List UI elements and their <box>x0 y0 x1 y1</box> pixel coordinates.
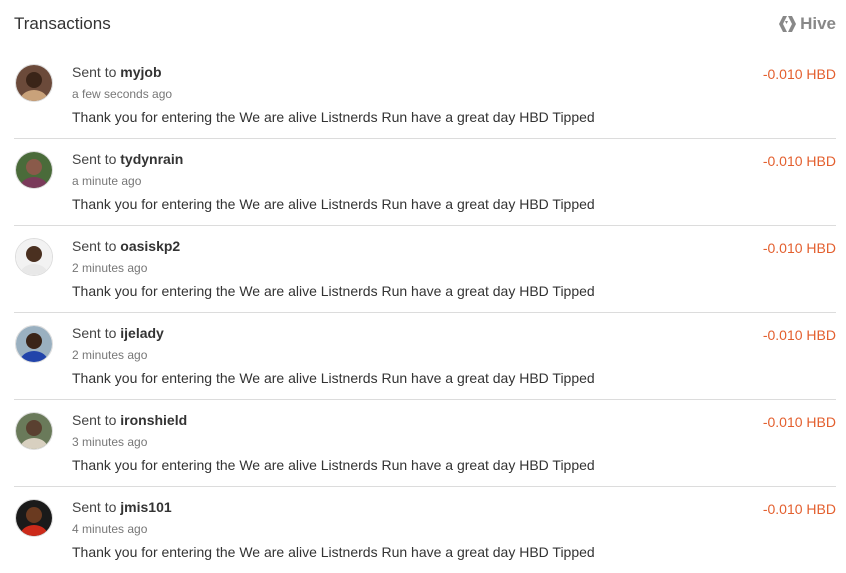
memo-text: Thank you for entering the We are alive … <box>72 370 595 386</box>
timestamp: a few seconds ago <box>72 87 173 101</box>
memo-text: Thank you for entering the We are alive … <box>72 544 595 560</box>
timestamp: 4 minutes ago <box>72 522 148 536</box>
transaction-row: Sent to ijelady 2 minutes ago Thank you … <box>14 313 836 400</box>
user-avatar[interactable] <box>15 151 53 189</box>
sent-to-label: Sent to <box>72 325 121 341</box>
recipient-line: Sent to tydynrain <box>72 151 183 167</box>
recipient-username[interactable]: myjob <box>120 64 161 80</box>
amount: -0.010 HBD <box>762 501 836 517</box>
recipient-username[interactable]: jmis101 <box>120 499 171 515</box>
sent-to-label: Sent to <box>72 64 121 80</box>
timestamp: 3 minutes ago <box>72 435 148 449</box>
recipient-line: Sent to ironshield <box>72 412 187 428</box>
hive-brand[interactable]: Hive <box>778 14 836 34</box>
sent-to-label: Sent to <box>72 412 121 428</box>
recipient-username[interactable]: ijelady <box>120 325 164 341</box>
timestamp: a minute ago <box>72 174 142 188</box>
header: Transactions Hive <box>14 14 836 40</box>
transaction-row: Sent to tydynrain a minute ago Thank you… <box>14 139 836 226</box>
recipient-line: Sent to jmis101 <box>72 499 172 515</box>
memo-text: Thank you for entering the We are alive … <box>72 109 595 125</box>
transaction-row: Sent to oasiskp2 2 minutes ago Thank you… <box>14 226 836 313</box>
recipient-line: Sent to ijelady <box>72 325 164 341</box>
amount: -0.010 HBD <box>762 66 836 82</box>
timestamp: 2 minutes ago <box>72 348 148 362</box>
transaction-row: Sent to ironshield 3 minutes ago Thank y… <box>14 400 836 487</box>
transaction-row: Sent to myjob a few seconds ago Thank yo… <box>14 52 836 139</box>
hive-logo-icon <box>779 16 797 32</box>
transaction-row: Sent to jmis101 4 minutes ago Thank you … <box>14 487 836 573</box>
memo-text: Thank you for entering the We are alive … <box>72 457 595 473</box>
user-avatar[interactable] <box>15 412 53 450</box>
amount: -0.010 HBD <box>762 240 836 256</box>
memo-text: Thank you for entering the We are alive … <box>72 196 595 212</box>
amount: -0.010 HBD <box>762 153 836 169</box>
brand-label: Hive <box>800 14 836 33</box>
recipient-username[interactable]: tydynrain <box>120 151 183 167</box>
user-avatar[interactable] <box>15 238 53 276</box>
recipient-line: Sent to myjob <box>72 64 162 80</box>
user-avatar[interactable] <box>15 325 53 363</box>
sent-to-label: Sent to <box>72 238 121 254</box>
memo-text: Thank you for entering the We are alive … <box>72 283 595 299</box>
page-title: Transactions <box>14 14 111 33</box>
amount: -0.010 HBD <box>762 327 836 343</box>
recipient-username[interactable]: oasiskp2 <box>120 238 180 254</box>
recipient-username[interactable]: ironshield <box>120 412 187 428</box>
transaction-list: Sent to myjob a few seconds ago Thank yo… <box>14 52 836 573</box>
user-avatar[interactable] <box>15 499 53 537</box>
sent-to-label: Sent to <box>72 151 121 167</box>
timestamp: 2 minutes ago <box>72 261 148 275</box>
sent-to-label: Sent to <box>72 499 121 515</box>
user-avatar[interactable] <box>15 64 53 102</box>
recipient-line: Sent to oasiskp2 <box>72 238 180 254</box>
amount: -0.010 HBD <box>762 414 836 430</box>
